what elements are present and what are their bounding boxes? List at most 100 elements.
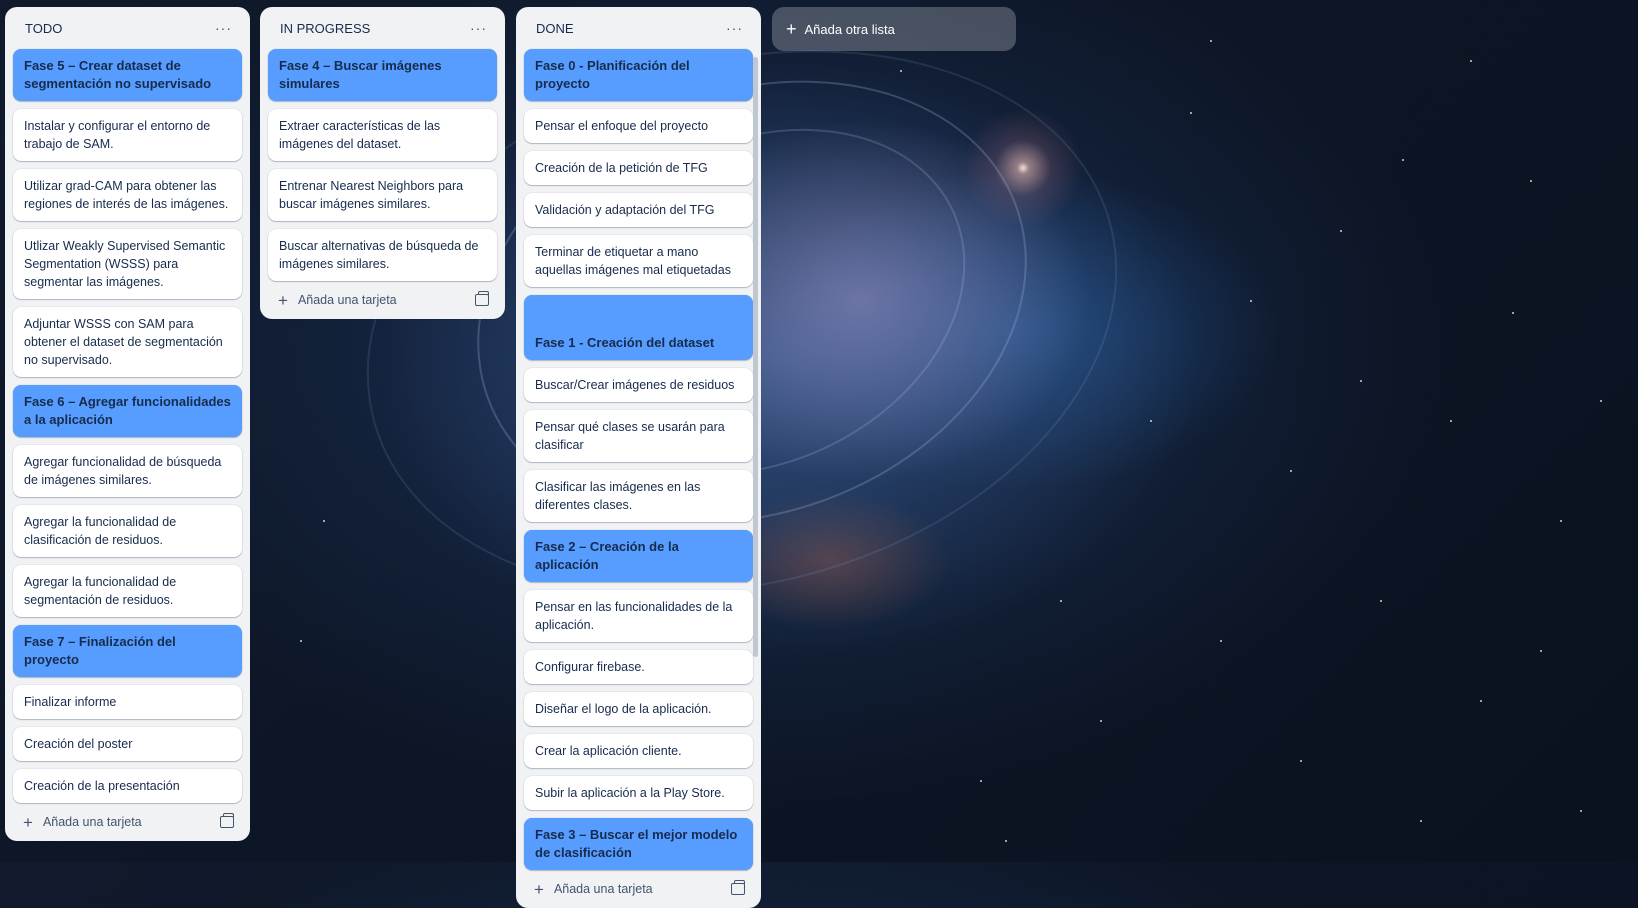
card-title: Creación del poster: [24, 737, 133, 751]
task-card[interactable]: Pensar qué clases se usarán para clasifi…: [524, 410, 753, 462]
task-card[interactable]: Configurar firebase.: [524, 650, 753, 684]
task-card[interactable]: Creación del poster: [13, 727, 242, 761]
card-title: Fase 2 – Creación de la aplicación: [535, 539, 679, 572]
star: [1450, 420, 1452, 422]
task-card[interactable]: Buscar/Crear imágenes de residuos: [524, 368, 753, 402]
card-template-icon[interactable]: [220, 813, 234, 828]
task-card[interactable]: Buscar alternativas de búsqueda de imáge…: [268, 229, 497, 281]
card-title: Fase 0 - Planificación del proyecto: [535, 58, 690, 91]
task-card[interactable]: Adjuntar WSSS con SAM para obtener el da…: [13, 307, 242, 377]
plus-icon: +: [534, 879, 544, 899]
task-card[interactable]: Creación de la petición de TFG: [524, 151, 753, 185]
star: [900, 70, 902, 72]
card-title: Utilizar grad-CAM para obtener las regio…: [24, 179, 229, 211]
card-template-icon[interactable]: [731, 880, 745, 895]
card-title: Configurar firebase.: [535, 660, 645, 674]
ellipsis-icon[interactable]: ···: [211, 18, 236, 38]
card-title: Fase 4 – Buscar imágenes simulares: [279, 58, 442, 91]
list-title[interactable]: DONE: [536, 21, 574, 36]
task-card[interactable]: Agregar funcionalidad de búsqueda de imá…: [13, 445, 242, 497]
card-title: Agregar la funcionalidad de segmentación…: [24, 575, 177, 607]
task-card[interactable]: Extraer características de las imágenes …: [268, 109, 497, 161]
star: [1530, 180, 1532, 182]
star: [1220, 640, 1222, 642]
plus-icon: +: [278, 290, 288, 310]
card-title: Utlizar Weakly Supervised Semantic Segme…: [24, 239, 226, 289]
phase-card[interactable]: Fase 7 – Finalización del proyecto: [13, 625, 242, 677]
phase-card[interactable]: Fase 5 – Crear dataset de segmentación n…: [13, 49, 242, 101]
list-todo: TODO ··· Fase 5 – Crear dataset de segme…: [5, 7, 250, 841]
task-card[interactable]: Agregar la funcionalidad de clasificació…: [13, 505, 242, 557]
list-title[interactable]: IN PROGRESS: [280, 21, 370, 36]
card-title: Agregar la funcionalidad de clasificació…: [24, 515, 177, 547]
star: [980, 780, 982, 782]
star: [1480, 700, 1482, 702]
star: [1380, 600, 1382, 602]
phase-card[interactable]: Fase 3 – Buscar el mejor modelo de clasi…: [524, 818, 753, 870]
card-container: Fase 0 - Planificación del proyecto Pensa…: [524, 49, 753, 870]
list-done: DONE ··· Fase 0 - Planificación del proy…: [516, 7, 761, 908]
card-title: Creación de la presentación: [24, 779, 180, 793]
card-title: Fase 3 – Buscar el mejor modelo de clasi…: [535, 827, 738, 860]
card-title: Diseñar el logo de la aplicación.: [535, 702, 712, 716]
add-card-row: + Añada una tarjeta: [268, 281, 497, 319]
task-card[interactable]: Utilizar grad-CAM para obtener las regio…: [13, 169, 242, 221]
phase-card[interactable]: Fase 4 – Buscar imágenes simulares: [268, 49, 497, 101]
card-title: Pensar en las funcionalidades de la apli…: [535, 600, 733, 632]
task-card[interactable]: Entrenar Nearest Neighbors para buscar i…: [268, 169, 497, 221]
star: [1420, 820, 1422, 822]
star: [1360, 380, 1362, 382]
card-title: Agregar funcionalidad de búsqueda de imá…: [24, 455, 222, 487]
star: [1210, 40, 1212, 42]
star: [1560, 520, 1562, 522]
task-card[interactable]: Subir la aplicación a la Play Store.: [524, 776, 753, 810]
task-card[interactable]: Crear la aplicación cliente.: [524, 734, 753, 768]
card-title: Crear la aplicación cliente.: [535, 744, 682, 758]
task-card[interactable]: Finalizar informe: [13, 685, 242, 719]
ellipsis-icon[interactable]: ···: [722, 18, 747, 38]
card-title: Extraer características de las imágenes …: [279, 119, 441, 151]
card-title: Fase 6 – Agregar funcionalidades a la ap…: [24, 394, 231, 427]
star: [300, 640, 302, 642]
star: [1290, 470, 1292, 472]
list-scrollbar[interactable]: [753, 57, 758, 657]
phase-card[interactable]: Fase 2 – Creación de la aplicación: [524, 530, 753, 582]
card-title: Pensar qué clases se usarán para clasifi…: [535, 420, 725, 452]
add-card-button[interactable]: + Añada una tarjeta: [534, 881, 653, 898]
star: [1540, 650, 1542, 652]
list-header: IN PROGRESS ···: [268, 7, 497, 49]
card-title: Finalizar informe: [24, 695, 117, 709]
card-title: Fase 7 – Finalización del proyecto: [24, 634, 176, 667]
phase-card[interactable]: Fase 0 - Planificación del proyecto: [524, 49, 753, 101]
task-card[interactable]: Instalar y configurar el entorno de trab…: [13, 109, 242, 161]
add-card-button[interactable]: + Añada una tarjeta: [23, 814, 142, 831]
task-card[interactable]: Pensar el enfoque del proyecto: [524, 109, 753, 143]
star: [1150, 420, 1152, 422]
list-header: TODO ···: [13, 7, 242, 49]
add-list-button[interactable]: + Añada otra lista: [772, 7, 1016, 51]
star: [1100, 720, 1102, 722]
star: [1250, 300, 1252, 302]
ellipsis-icon[interactable]: ···: [466, 18, 491, 38]
card-title: Instalar y configurar el entorno de trab…: [24, 119, 211, 151]
task-card[interactable]: Terminar de etiquetar a mano aquellas im…: [524, 235, 753, 287]
add-card-label: Añada una tarjeta: [553, 882, 653, 896]
list-title[interactable]: TODO: [25, 21, 62, 36]
plus-icon: +: [786, 19, 797, 39]
phase-card[interactable]: Fase 1 - Creación del dataset: [524, 295, 753, 360]
star: [323, 520, 325, 522]
card-title: Fase 1 - Creación del dataset: [535, 335, 715, 350]
task-card[interactable]: Diseñar el logo de la aplicación.: [524, 692, 753, 726]
phase-card[interactable]: Fase 6 – Agregar funcionalidades a la ap…: [13, 385, 242, 437]
star: [1580, 810, 1582, 812]
star: [1300, 760, 1302, 762]
add-card-button[interactable]: + Añada una tarjeta: [278, 292, 397, 309]
task-card[interactable]: Agregar la funcionalidad de segmentación…: [13, 565, 242, 617]
task-card[interactable]: Utlizar Weakly Supervised Semantic Segme…: [13, 229, 242, 299]
card-template-icon[interactable]: [475, 291, 489, 306]
task-card[interactable]: Creación de la presentación: [13, 769, 242, 803]
task-card[interactable]: Pensar en las funcionalidades de la apli…: [524, 590, 753, 642]
task-card[interactable]: Validación y adaptación del TFG: [524, 193, 753, 227]
star: [1005, 840, 1007, 842]
task-card[interactable]: Clasificar las imágenes en las diferente…: [524, 470, 753, 522]
